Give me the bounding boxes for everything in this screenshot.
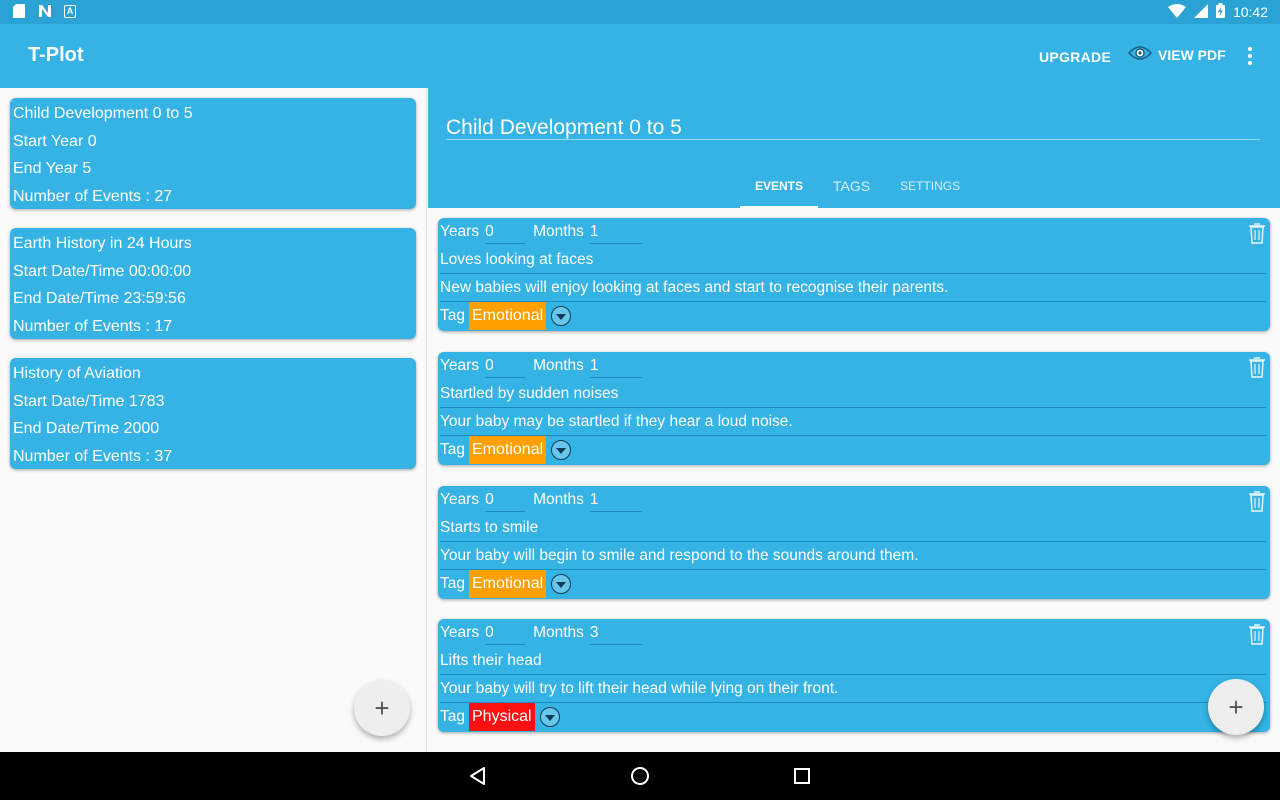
eye-icon [1127, 45, 1153, 64]
event-card[interactable]: Years 0 Months 1 Loves looking at faces … [438, 218, 1270, 331]
event-card[interactable]: Years 0 Months 1 Startled by sudden nois… [438, 352, 1270, 465]
event-title-field[interactable]: Starts to smile [440, 514, 1266, 542]
event-tag-row: Tag Emotional [440, 302, 572, 330]
app-title: T-Plot [28, 44, 84, 66]
plot-name: Child Development 0 to 5 [13, 105, 193, 122]
delete-icon[interactable] [1248, 490, 1266, 512]
tag-label: Tag [440, 307, 465, 324]
event-tag-row: Tag Emotional [440, 570, 572, 598]
tag-dropdown-icon[interactable] [551, 440, 572, 460]
tag-chip: Physical [469, 703, 535, 731]
app-bar: T-Plot UPGRADE VIEW PDF [0, 24, 1280, 88]
a-notification-icon: A [64, 4, 76, 18]
view-pdf-label: VIEW PDF [1158, 46, 1226, 63]
tag-dropdown-icon[interactable] [539, 707, 560, 727]
event-card[interactable]: Years 0 Months 3 Lifts their head Your b… [438, 619, 1270, 732]
tab-bar: EVENTS TAGS SETTINGS [740, 166, 975, 208]
years-label: Years [440, 223, 480, 240]
event-time-row: Years 0 Months 1 [440, 486, 650, 514]
plot-end: End Date/Time 23:59:56 [13, 290, 186, 307]
events-list: Years 0 Months 1 Loves looking at faces … [428, 208, 1280, 752]
tag-label: Tag [440, 441, 465, 458]
home-icon[interactable] [629, 765, 651, 787]
delete-icon[interactable] [1248, 356, 1266, 378]
plot-title-field[interactable]: Child Development 0 to 5 [446, 116, 1260, 140]
plot-event-count: Number of Events : 37 [13, 447, 173, 465]
months-field[interactable]: 1 [589, 221, 642, 244]
add-plot-button[interactable]: + [354, 680, 410, 736]
tab-events[interactable]: EVENTS [740, 166, 819, 208]
plot-event-count: Number of Events : 27 [13, 187, 173, 205]
back-icon[interactable] [467, 765, 489, 787]
tab-settings[interactable]: SETTINGS [885, 166, 975, 208]
years-field[interactable]: 0 [485, 489, 526, 512]
event-time-row: Years 0 Months 3 [440, 619, 650, 647]
status-bar: A 10:42 [0, 0, 1280, 24]
battery-icon [1215, 3, 1225, 21]
tag-dropdown-icon[interactable] [551, 306, 572, 326]
months-field[interactable]: 1 [589, 489, 642, 512]
plot-start: Start Year 0 [13, 132, 97, 150]
view-pdf-button[interactable]: VIEW PDF [1127, 45, 1226, 64]
plot-event-count: Number of Events : 17 [13, 317, 173, 335]
plot-card[interactable]: Earth History in 24 Hours Start Date/Tim… [10, 228, 416, 339]
years-label: Years [440, 624, 480, 641]
event-time-row: Years 0 Months 1 [440, 352, 650, 380]
navigation-bar [0, 752, 1280, 800]
event-time-row: Years 0 Months 1 [440, 218, 650, 246]
sd-card-icon [12, 4, 26, 18]
plot-detail-header: Child Development 0 to 5 EVENTS TAGS SET… [428, 88, 1280, 208]
delete-icon[interactable] [1248, 623, 1266, 645]
add-event-button[interactable]: + [1208, 679, 1264, 735]
event-description-field[interactable]: New babies will enjoy looking at faces a… [440, 274, 1266, 302]
plot-name: History of Aviation [13, 365, 141, 382]
tag-dropdown-icon[interactable] [551, 574, 572, 594]
tag-chip: Emotional [469, 302, 547, 330]
plot-start: Start Date/Time 1783 [13, 392, 165, 410]
event-tag-row: Tag Emotional [440, 436, 572, 464]
months-field[interactable]: 1 [589, 355, 642, 378]
years-field[interactable]: 0 [485, 355, 526, 378]
months-label: Months [533, 223, 584, 240]
event-description-field[interactable]: Your baby will try to lift their head wh… [440, 675, 1266, 703]
years-label: Years [440, 357, 480, 374]
clock: 10:42 [1232, 4, 1268, 20]
tab-tags[interactable]: TAGS [818, 166, 885, 208]
months-label: Months [533, 624, 584, 641]
plot-name: Earth History in 24 Hours [13, 235, 192, 252]
months-label: Months [533, 491, 584, 508]
upgrade-button[interactable]: UPGRADE [1039, 49, 1111, 65]
event-card[interactable]: Years 0 Months 1 Starts to smile Your ba… [438, 486, 1270, 599]
plot-start: Start Date/Time 00:00:00 [13, 262, 192, 280]
delete-icon[interactable] [1248, 222, 1266, 244]
event-description-field[interactable]: Your baby will begin to smile and respon… [440, 542, 1266, 570]
tag-label: Tag [440, 708, 465, 725]
tag-chip: Emotional [469, 436, 547, 464]
tag-label: Tag [440, 575, 465, 592]
tag-chip: Emotional [469, 570, 547, 598]
plot-list: Child Development 0 to 5 Start Year 0 En… [0, 88, 427, 752]
event-title-field[interactable]: Startled by sudden noises [440, 380, 1266, 408]
months-field[interactable]: 3 [589, 622, 642, 645]
event-title-field[interactable]: Lifts their head [440, 647, 1266, 675]
plot-end: End Date/Time 2000 [13, 420, 160, 437]
plot-end: End Year 5 [13, 160, 92, 177]
more-vert-icon[interactable] [1240, 46, 1260, 66]
recents-icon[interactable] [791, 765, 813, 787]
plot-card[interactable]: History of Aviation Start Date/Time 1783… [10, 358, 416, 469]
event-title-field[interactable]: Loves looking at faces [440, 246, 1266, 274]
years-field[interactable]: 0 [485, 622, 526, 645]
months-label: Months [533, 357, 584, 374]
years-label: Years [440, 491, 480, 508]
signal-icon [1193, 3, 1208, 21]
plot-card[interactable]: Child Development 0 to 5 Start Year 0 En… [10, 98, 416, 209]
years-field[interactable]: 0 [485, 221, 526, 244]
event-description-field[interactable]: Your baby may be startled if they hear a… [440, 408, 1266, 436]
wifi-icon [1167, 3, 1186, 21]
n-notification-icon [38, 4, 52, 18]
event-tag-row: Tag Physical [440, 703, 560, 731]
